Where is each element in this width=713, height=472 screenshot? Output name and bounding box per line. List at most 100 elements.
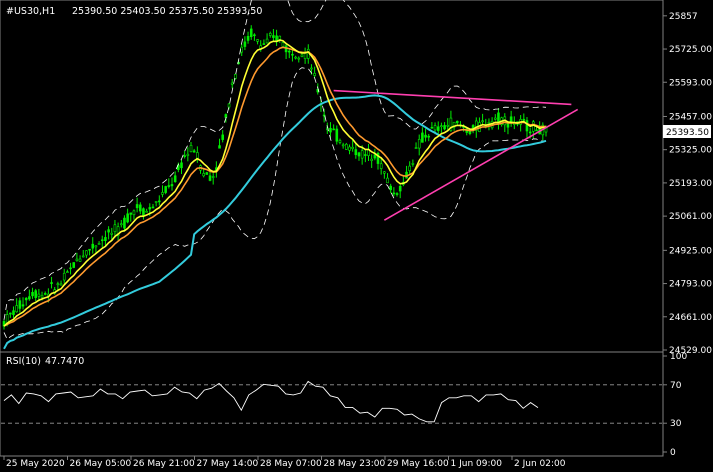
price-tag: 25393.50 <box>666 128 709 138</box>
candle-body <box>446 124 450 127</box>
candle-body <box>221 134 225 140</box>
candle-body <box>202 173 205 177</box>
candle-body <box>21 304 25 307</box>
price-tick-label: 25325.00 <box>669 146 712 156</box>
rsi-tick-label: 70 <box>670 381 682 391</box>
candle-body <box>357 152 361 157</box>
candle-body <box>196 152 199 159</box>
candle-body <box>294 56 297 59</box>
candle-body <box>113 224 117 232</box>
candle-body <box>348 146 351 151</box>
candle-body <box>37 293 41 297</box>
candle-body <box>81 255 85 258</box>
price-pane[interactable] <box>0 0 664 353</box>
candle-body <box>158 200 161 203</box>
candle-body <box>145 210 148 213</box>
time-tick-label: 1 Jun 09:00 <box>451 459 503 469</box>
candle-body <box>481 120 484 123</box>
candle-body <box>436 126 440 131</box>
price-tick-label: 25857 <box>669 12 698 22</box>
time-tick-label: 26 May 05:00 <box>70 459 132 469</box>
candle-body <box>291 53 294 56</box>
candle-body <box>313 73 316 76</box>
candle-body <box>170 184 174 187</box>
candle-body <box>192 150 196 153</box>
candle-body <box>443 125 446 130</box>
candle-body <box>123 217 126 229</box>
candle-body <box>119 223 123 226</box>
candle-body <box>287 50 291 53</box>
candle-body <box>430 126 434 129</box>
candle-body <box>535 129 538 132</box>
candle-body <box>487 121 491 124</box>
price-chart[interactable]: 25857 25725.00 25593.00 25457.00 25325.00 251… <box>0 0 713 472</box>
candle-body <box>100 239 104 242</box>
candle-body <box>532 121 535 132</box>
candle-body <box>341 144 345 147</box>
candle-body <box>383 171 386 174</box>
candle-body <box>104 237 107 241</box>
candle-body <box>18 300 22 309</box>
price-tick-label: 25457.00 <box>669 112 712 122</box>
rsi-value: 47.7470 <box>45 356 84 367</box>
candle-body <box>135 204 139 209</box>
candle-body <box>249 28 253 38</box>
candle-body <box>50 282 53 284</box>
candle-body <box>12 310 15 315</box>
time-tick-label: 29 May 16:00 <box>387 459 449 469</box>
candle-body <box>148 207 152 210</box>
candle-body <box>186 153 190 156</box>
candle-body <box>389 185 392 191</box>
price-tick-label: 25593.00 <box>669 78 712 88</box>
rsi-pane[interactable] <box>0 351 664 457</box>
candle-body <box>34 290 37 298</box>
candle-body <box>256 39 259 42</box>
candle-body <box>351 146 354 149</box>
candle-body <box>126 213 129 223</box>
candle-body <box>230 82 234 85</box>
time-tick-label: 28 May 23:00 <box>324 459 386 469</box>
candle-body <box>528 131 532 134</box>
candle-body <box>303 52 307 59</box>
candle-body <box>69 267 72 270</box>
candle-body <box>154 201 158 203</box>
candle-body <box>417 139 421 149</box>
candle-body <box>253 34 256 37</box>
candle-body <box>364 154 367 156</box>
candle-body <box>110 232 114 235</box>
candle-body <box>262 43 266 45</box>
candle-body <box>183 155 186 157</box>
candle-body <box>227 103 231 108</box>
candle-body <box>180 162 183 169</box>
rsi-name: RSI(10) <box>6 356 41 367</box>
candle-body <box>205 172 209 175</box>
candle-body <box>398 185 402 192</box>
candle-body <box>97 243 101 245</box>
candle-body <box>421 132 424 143</box>
rsi-tick-label: 30 <box>670 419 682 429</box>
candle-body <box>66 271 69 274</box>
price-tick-label: 24925.00 <box>669 246 712 256</box>
candle-body <box>379 163 383 169</box>
candle-body <box>345 143 348 150</box>
candle-body <box>272 35 275 38</box>
candle-body <box>151 206 155 209</box>
price-tick-label: 24793.00 <box>669 280 712 290</box>
candle-body <box>59 283 63 286</box>
candle-body <box>94 245 98 248</box>
candle-body <box>56 283 60 286</box>
time-tick-label: 28 May 07:00 <box>260 459 322 469</box>
rsi-tick-label: 100 <box>670 352 687 362</box>
candle-body <box>522 118 526 121</box>
price-tick-label: 25193.00 <box>669 179 712 189</box>
candle-body <box>88 248 91 251</box>
candle-body <box>338 140 342 143</box>
candle-body <box>335 128 339 142</box>
candle-body <box>189 145 193 153</box>
candle-body <box>9 312 12 315</box>
candle-body <box>373 154 377 159</box>
candle-body <box>91 243 95 249</box>
candle-body <box>332 128 335 131</box>
chart-symbol: #US30,H1 <box>6 6 55 17</box>
candle-body <box>62 272 66 281</box>
